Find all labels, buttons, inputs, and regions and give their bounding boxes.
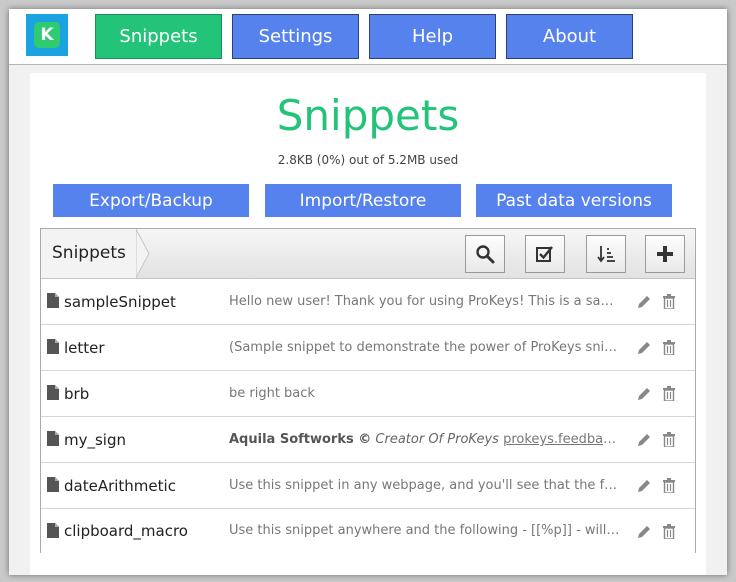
snippet-preview: Aquila Softworks © Creator Of ProKeys pr… [229, 417, 621, 463]
snippet-row[interactable]: sampleSnippet Hello new user! Thank you … [41, 279, 695, 325]
snippet-row[interactable]: brb be right back [41, 371, 695, 417]
nav-tab-snippets[interactable]: Snippets [95, 14, 222, 59]
file-icon [47, 293, 59, 308]
search-icon [476, 245, 495, 264]
search-button[interactable] [465, 235, 505, 273]
app-window: K Snippets Settings Help About Snippets … [9, 9, 727, 575]
preview-link-text: prokeys.feedback@gmail.com [503, 432, 621, 447]
select-snippets-button[interactable] [525, 235, 565, 273]
edit-pencil-icon[interactable] [637, 294, 652, 309]
snippet-name: my_sign [64, 431, 126, 449]
snippet-preview: (Sample snippet to demonstrate the power… [229, 340, 621, 355]
logo-letter: K [34, 22, 60, 48]
snippet-preview: Hello new user! Thank you for using ProK… [229, 294, 621, 309]
nav-tab-about[interactable]: About [506, 14, 633, 59]
snippet-name: dateArithmetic [64, 477, 176, 495]
storage-usage-text: 2.8KB (0%) out of 5.2MB used [277, 153, 459, 167]
import-restore-button[interactable]: Import/Restore [265, 184, 461, 217]
breadcrumb[interactable]: Snippets [41, 229, 136, 278]
snippet-list-header: Snippets [41, 229, 695, 279]
edit-pencil-icon[interactable] [637, 524, 652, 539]
breadcrumb-arrow-icon [136, 229, 150, 278]
snippet-preview: be right back [229, 386, 315, 401]
prokeys-logo: K [26, 14, 68, 56]
snippet-name: brb [64, 385, 90, 403]
past-data-versions-button[interactable]: Past data versions [476, 184, 672, 217]
file-icon [47, 477, 59, 492]
snippet-preview: Use this snippet in any webpage, and you… [229, 478, 621, 493]
snippet-list-panel: Snippets sampleSnippet Hello new user! T… [40, 228, 696, 553]
trash-icon[interactable] [662, 340, 676, 355]
snippet-row[interactable]: letter (Sample snippet to demonstrate th… [41, 325, 695, 371]
edit-pencil-icon[interactable] [637, 432, 652, 447]
snippet-row[interactable]: clipboard_macro Use this snippet anywher… [41, 509, 695, 553]
trash-icon[interactable] [662, 294, 676, 309]
snippet-row[interactable]: dateArithmetic Use this snippet in any w… [41, 463, 695, 509]
trash-icon[interactable] [662, 432, 676, 447]
plus-icon [657, 246, 673, 262]
snippet-preview: Use this snippet anywhere and the follow… [229, 523, 621, 538]
sort-icon [597, 246, 615, 263]
snippet-name: clipboard_macro [64, 522, 188, 540]
snippet-name: letter [64, 339, 105, 357]
add-snippet-button[interactable] [645, 235, 685, 273]
nav-tab-settings[interactable]: Settings [232, 14, 359, 59]
edit-pencil-icon[interactable] [637, 340, 652, 355]
file-icon [47, 523, 59, 538]
trash-icon[interactable] [662, 478, 676, 493]
edit-pencil-icon[interactable] [637, 386, 652, 401]
main-content: Snippets 2.8KB (0%) out of 5.2MB used Ex… [30, 73, 706, 575]
checkbox-icon [536, 246, 553, 262]
page-title: Snippets [276, 91, 460, 140]
export-backup-button[interactable]: Export/Backup [53, 184, 249, 217]
sort-snippets-button[interactable] [586, 235, 626, 273]
top-navbar: K Snippets Settings Help About [9, 9, 727, 65]
snippet-name: sampleSnippet [64, 293, 176, 311]
trash-icon[interactable] [662, 524, 676, 539]
edit-pencil-icon[interactable] [637, 478, 652, 493]
preview-italic-text: Creator Of ProKeys [375, 432, 499, 447]
trash-icon[interactable] [662, 386, 676, 401]
file-icon [47, 431, 59, 446]
preview-bold-text: Aquila Softworks © [229, 432, 372, 447]
snippet-row[interactable]: my_sign Aquila Softworks © Creator Of Pr… [41, 417, 695, 463]
file-icon [47, 385, 59, 400]
nav-tab-help[interactable]: Help [369, 14, 496, 59]
file-icon [47, 339, 59, 354]
